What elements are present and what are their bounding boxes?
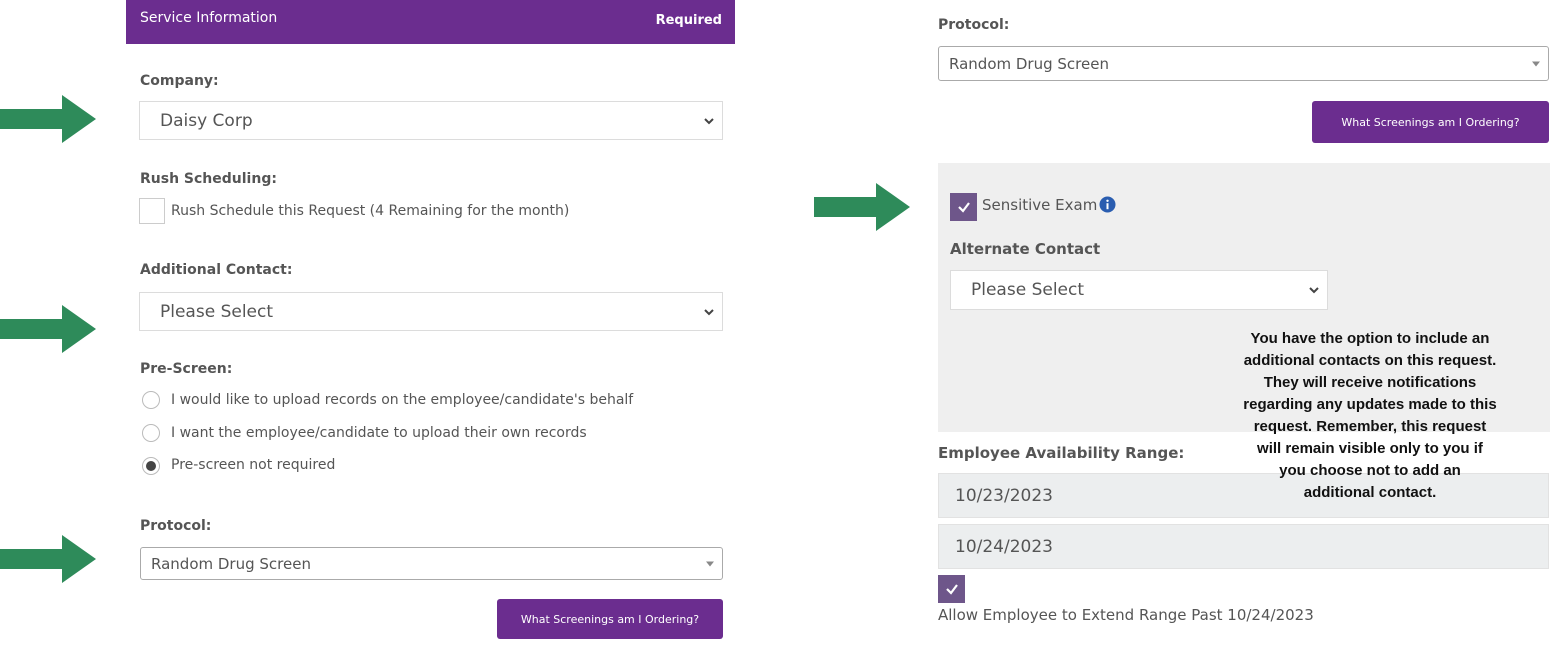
availability-range-label: Employee Availability Range: <box>938 444 1185 462</box>
chevron-down-icon <box>704 117 714 124</box>
additional-contact-note: You have the option to include an additi… <box>1243 330 1497 501</box>
protocol-value: Random Drug Screen <box>949 54 1109 73</box>
alternate-contact-select[interactable]: Please Select <box>950 270 1328 310</box>
pre-screen-radio-candidate-upload[interactable] <box>142 424 160 442</box>
pre-screen-label: Pre-Screen: <box>140 361 233 377</box>
checkmark-icon <box>945 584 958 595</box>
service-information-header: Service Information Required <box>126 0 735 44</box>
section-title: Service Information <box>140 10 278 26</box>
company-value: Daisy Corp <box>160 110 253 131</box>
arrow-right-icon <box>814 183 910 231</box>
alternate-contact-label: Alternate Contact <box>950 240 1101 258</box>
pre-screen-option-label: I want the employee/candidate to upload … <box>171 425 587 441</box>
company-select[interactable]: Daisy Corp <box>139 101 723 140</box>
rush-schedule-option-label: Rush Schedule this Request (4 Remaining … <box>171 203 570 219</box>
alternate-contact-value: Please Select <box>971 280 1085 300</box>
chevron-down-icon <box>1309 287 1319 294</box>
what-screenings-button[interactable]: What Screenings am I Ordering? <box>1312 101 1549 143</box>
dropdown-triangle-icon <box>1532 61 1540 66</box>
pre-screen-option-label: Pre-screen not required <box>171 457 336 473</box>
rush-scheduling-label: Rush Scheduling: <box>140 171 277 187</box>
additional-contact-select[interactable]: Please Select <box>139 292 723 331</box>
sensitive-exam-label: Sensitive Exam <box>982 196 1098 214</box>
protocol-select[interactable]: Random Drug Screen <box>140 547 723 580</box>
company-label: Company: <box>140 73 219 89</box>
protocol-select[interactable]: Random Drug Screen <box>938 46 1549 81</box>
additional-contact-label: Additional Contact: <box>140 262 293 278</box>
sensitive-exam-checkbox[interactable] <box>950 193 977 221</box>
extend-range-label: Allow Employee to Extend Range Past 10/2… <box>938 606 1314 624</box>
pre-screen-radio-upload-behalf[interactable] <box>142 391 160 409</box>
pre-screen-radio-not-required[interactable] <box>142 457 160 475</box>
rush-schedule-checkbox[interactable] <box>139 198 165 224</box>
arrow-right-icon <box>0 305 96 353</box>
checkmark-icon <box>957 202 970 213</box>
protocol-label: Protocol: <box>938 17 1010 33</box>
arrow-right-icon <box>0 535 96 583</box>
extend-range-checkbox[interactable] <box>938 575 965 603</box>
protocol-value: Random Drug Screen <box>151 554 311 573</box>
what-screenings-button[interactable]: What Screenings am I Ordering? <box>497 599 723 639</box>
availability-end-date-field[interactable]: 10/24/2023 <box>938 524 1549 569</box>
chevron-down-icon <box>704 308 714 315</box>
dropdown-triangle-icon <box>706 561 714 566</box>
required-label: Required <box>655 13 722 28</box>
additional-contact-value: Please Select <box>160 301 274 322</box>
info-icon[interactable] <box>1099 196 1116 213</box>
arrow-right-icon <box>0 95 96 143</box>
pre-screen-option-label: I would like to upload records on the em… <box>171 392 634 408</box>
protocol-label: Protocol: <box>140 518 212 534</box>
